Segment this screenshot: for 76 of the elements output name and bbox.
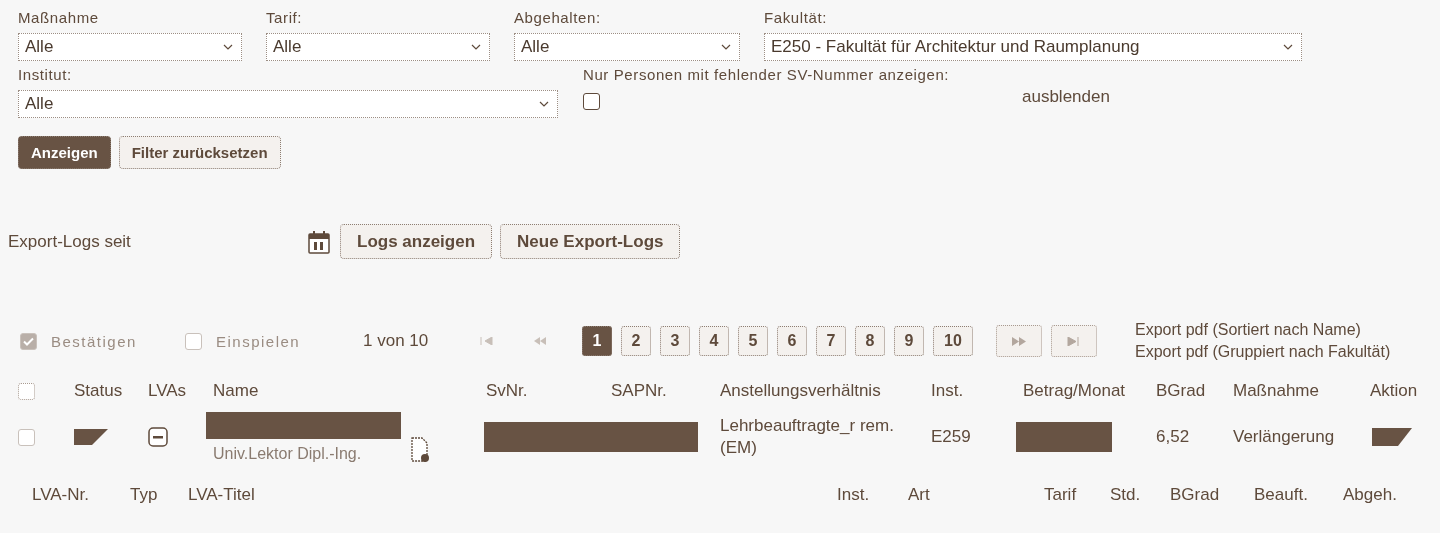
page-button[interactable]: 7 xyxy=(816,326,846,356)
next-icon xyxy=(1011,336,1027,346)
field-label: Maßnahme xyxy=(18,8,100,28)
column-header: SAPNr. xyxy=(611,381,668,401)
column-header: Std. xyxy=(1110,485,1142,505)
show-button[interactable]: Anzeigen xyxy=(18,136,111,169)
column-header: Anstellungsverhältnis xyxy=(720,381,882,401)
field-label: Fakultät: xyxy=(764,8,828,28)
checkmark-icon xyxy=(23,336,34,346)
export-logs-label: Export-Logs seit xyxy=(8,231,132,252)
page-button[interactable]: 10 xyxy=(933,326,973,356)
column-header: BGrad xyxy=(1170,485,1221,505)
column-header: Betrag/Monat xyxy=(1023,381,1127,401)
checkbox[interactable] xyxy=(18,382,35,400)
toggle-link[interactable]: ausblenden xyxy=(1022,87,1110,107)
chevron-icon xyxy=(471,43,481,51)
reset-button[interactable]: Filter zurücksetzen xyxy=(118,136,281,169)
chevron-icon xyxy=(1283,43,1293,51)
column-header: Art xyxy=(908,485,931,505)
column-header: Status xyxy=(74,381,124,401)
last-icon xyxy=(1067,336,1081,346)
column-header: Abgeh. xyxy=(1343,485,1398,505)
column-header: Inst. xyxy=(837,485,871,505)
new-export-logs-button[interactable]: Neue Export-Logs xyxy=(500,224,681,259)
column-header: Inst. xyxy=(931,381,965,401)
page-button[interactable]: 6 xyxy=(777,326,807,356)
select-field[interactable]: E250 - Fakultät für Architektur und Raumplanung xyxy=(764,33,1302,61)
page-button[interactable]: 4 xyxy=(699,326,729,356)
column-header: Typ xyxy=(130,485,159,505)
select-field[interactable]: Alle xyxy=(18,90,558,118)
page-button[interactable]: 1 xyxy=(582,326,612,356)
chevron-icon xyxy=(721,43,731,51)
table-cell-text: E259 xyxy=(931,426,972,448)
row-checkbox[interactable] xyxy=(18,428,35,446)
table-cell-text: Lehrbeauftragte_r rem. (EM) xyxy=(720,415,895,459)
select-field[interactable]: Alle xyxy=(514,33,740,61)
chevron-icon xyxy=(223,43,233,51)
page-button[interactable]: 9 xyxy=(894,326,924,356)
show-logs-button[interactable]: Logs anzeigen xyxy=(340,224,493,259)
page-button[interactable]: 3 xyxy=(660,326,690,356)
log-icon[interactable] xyxy=(1370,427,1412,447)
column-header: Beauft. xyxy=(1254,485,1309,505)
checkbox[interactable] xyxy=(583,93,600,110)
next-page-button[interactable] xyxy=(996,325,1042,357)
last-page-button[interactable] xyxy=(1051,325,1097,357)
add-document-icon[interactable] xyxy=(410,436,430,463)
column-header: LVA-Titel xyxy=(188,485,256,505)
column-header: Maßnahme xyxy=(1233,381,1320,401)
column-header: LVAs xyxy=(148,381,188,401)
column-header: SvNr. xyxy=(486,381,529,401)
field-label: Institut: xyxy=(18,65,73,85)
field-label: Abgehalten: xyxy=(514,8,602,28)
field-label: Nur Personen mit fehlender SV-Nummer anzeigen: xyxy=(583,65,951,85)
collapse-icon[interactable] xyxy=(148,427,168,447)
select-field[interactable]: Alle xyxy=(266,33,490,61)
export-pdf-link[interactable]: Export pdf (Sortiert nach Name) xyxy=(1135,319,1440,341)
column-header: LVA-Nr. xyxy=(32,485,90,505)
field-label: Tarif: xyxy=(266,8,304,28)
chevron-icon xyxy=(539,100,549,108)
logo-icon xyxy=(74,429,108,445)
page-button[interactable]: 8 xyxy=(855,326,885,356)
select-field[interactable]: Alle xyxy=(18,33,242,61)
column-header: BGrad xyxy=(1156,381,1207,401)
column-header: Tarif xyxy=(1044,485,1078,505)
previous-page-icon[interactable] xyxy=(533,337,547,345)
first-page-icon[interactable] xyxy=(480,337,494,345)
table-cell-text: Verlängerung xyxy=(1233,426,1336,448)
table-cell-text: 6,52 xyxy=(1156,426,1191,448)
export-pdf-link[interactable]: Export pdf (Gruppiert nach Fakultät) xyxy=(1135,341,1440,363)
column-header: Name xyxy=(213,381,260,401)
page-button[interactable]: 2 xyxy=(621,326,651,356)
person-title: Univ.Lektor Dipl.-Ing. xyxy=(212,444,363,463)
calendar-icon[interactable] xyxy=(308,229,330,254)
column-header: Aktion xyxy=(1370,381,1419,401)
page-button[interactable]: 5 xyxy=(738,326,768,356)
page-summary: 1 von 10 xyxy=(363,331,430,351)
